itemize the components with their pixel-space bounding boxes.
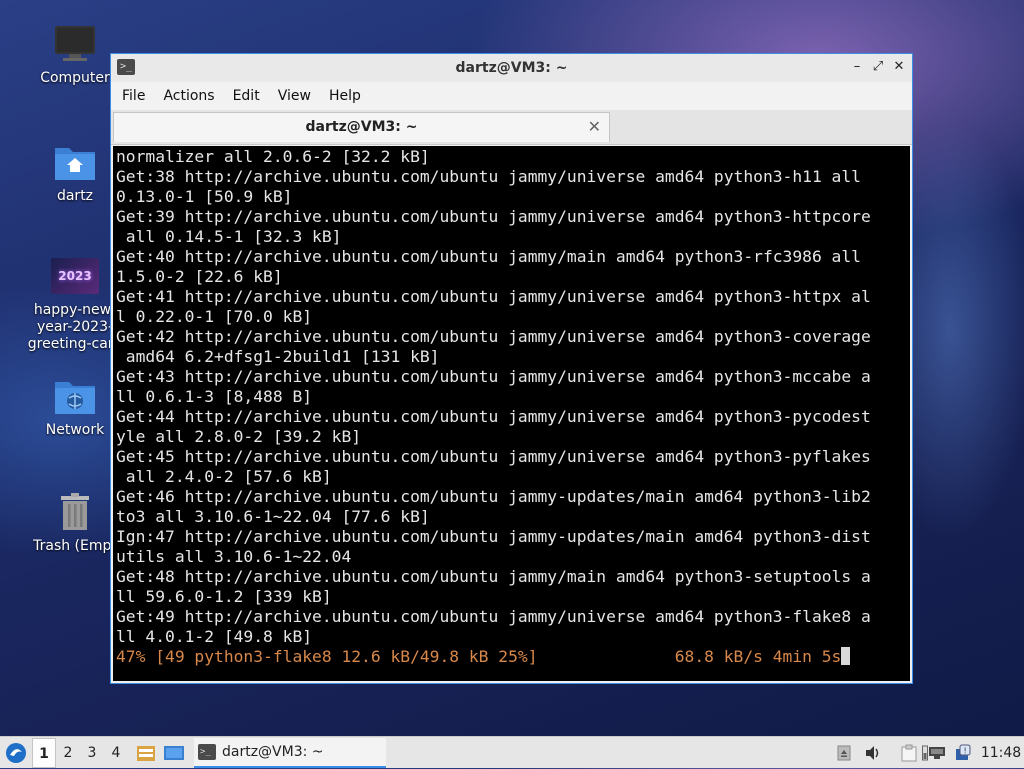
tray-eject-icon[interactable]	[834, 737, 854, 769]
terminal-cursor	[841, 647, 851, 665]
image-thumb-text: 2023	[58, 269, 92, 283]
tray-update-notifier-icon[interactable]: !	[952, 737, 974, 769]
terminal-tab[interactable]: dartz@VM3: ~ ✕	[113, 112, 610, 142]
menu-bar: File Actions Edit View Help	[111, 82, 912, 110]
show-desktop-icon	[164, 745, 184, 760]
file-manager-icon	[137, 745, 155, 761]
terminal-lines: normalizer all 2.0.6-2 [32.2 kB] Get:38 h…	[116, 147, 907, 647]
tab-label: dartz@VM3: ~	[305, 119, 418, 135]
terminal-line: all 0.14.5-1 [32.3 kB]	[116, 227, 342, 246]
svg-text:!: !	[964, 747, 967, 756]
window-titlebar[interactable]: >_ dartz@VM3: ~ – ⤢ ✕	[111, 54, 912, 82]
terminal-line: 0.13.0-1 [50.9 kB]	[116, 187, 293, 206]
terminal-line: all 2.4.0-2 [57.6 kB]	[116, 467, 332, 486]
window-title: dartz@VM3: ~	[455, 60, 568, 76]
terminal-line: ll 4.0.1-2 [49.8 kB]	[116, 627, 313, 646]
terminal-app-icon: >_	[198, 743, 216, 760]
terminal-line: Get:46 http://archive.ubuntu.com/ubuntu …	[116, 487, 871, 506]
terminal-line: Get:39 http://archive.ubuntu.com/ubuntu …	[116, 207, 871, 226]
terminal-line: Ign:47 http://archive.ubuntu.com/ubuntu …	[116, 527, 871, 546]
terminal-line: Get:44 http://archive.ubuntu.com/ubuntu …	[116, 407, 871, 426]
quicklaunch-file-manager[interactable]	[134, 738, 158, 768]
apt-progress-line: 47% [49 python3-flake8 12.6 kB/49.8 kB 2…	[116, 647, 907, 667]
workspace-4[interactable]: 4	[104, 738, 128, 768]
terminal-line: Get:42 http://archive.ubuntu.com/ubuntu …	[116, 327, 871, 346]
workspace-1[interactable]: 1	[32, 737, 56, 768]
menu-file[interactable]: File	[113, 88, 154, 104]
progress-text: 47% [49 python3-flake8 12.6 kB/49.8 kB 2…	[116, 647, 842, 666]
close-button[interactable]: ✕	[890, 58, 908, 76]
tab-bar: dartz@VM3: ~ ✕	[111, 110, 912, 145]
app-menu-button[interactable]	[0, 737, 32, 769]
trash-icon	[53, 490, 97, 534]
terminal-line: 1.5.0-2 [22.6 kB]	[116, 267, 283, 286]
terminal-line: l 0.22.0-1 [70.0 kB]	[116, 307, 313, 326]
terminal-window: >_ dartz@VM3: ~ – ⤢ ✕ File Actions Edit …	[110, 53, 913, 684]
quicklaunch-show-desktop[interactable]	[162, 738, 186, 768]
terminal-line: yle all 2.8.0-2 [39.2 kB]	[116, 427, 362, 446]
menu-edit[interactable]: Edit	[224, 88, 269, 104]
terminal-line: amd64 6.2+dfsg1-2build1 [131 kB]	[116, 347, 440, 366]
taskbar-task-terminal[interactable]: >_ dartz@VM3: ~	[194, 737, 386, 768]
terminal-line: ll 59.6.0-1.2 [339 kB]	[116, 587, 332, 606]
task-label: dartz@VM3: ~	[222, 743, 324, 760]
terminal-line: utils all 3.10.6-1~22.04	[116, 547, 352, 566]
terminal-line: Get:45 http://archive.ubuntu.com/ubuntu …	[116, 447, 871, 466]
image-file-icon: 2023	[51, 258, 99, 294]
workspace-3[interactable]: 3	[80, 738, 104, 768]
clock[interactable]: 11:48	[978, 737, 1024, 769]
terminal-line: Get:48 http://archive.ubuntu.com/ubuntu …	[116, 567, 871, 586]
workspace-switcher: 1 2 3 4	[32, 737, 128, 768]
tray-network-icon[interactable]	[926, 737, 948, 769]
tray-clipboard-icon[interactable]	[898, 737, 920, 769]
terminal-line: Get:41 http://archive.ubuntu.com/ubuntu …	[116, 287, 871, 306]
workspace-2[interactable]: 2	[56, 738, 80, 768]
lubuntu-logo-icon	[6, 742, 26, 763]
network-folder-icon	[53, 374, 97, 418]
terminal-line: Get:38 http://archive.ubuntu.com/ubuntu …	[116, 167, 861, 186]
terminal-line: normalizer all 2.0.6-2 [32.2 kB]	[116, 147, 430, 166]
menu-view[interactable]: View	[269, 88, 320, 104]
terminal-line: Get:43 http://archive.ubuntu.com/ubuntu …	[116, 367, 871, 386]
taskbar: 1 2 3 4 >_ dartz@VM3: ~ ! 11:48	[0, 736, 1024, 768]
terminal-line: to3 all 3.10.6-1~22.04 [77.6 kB]	[116, 507, 430, 526]
maximize-button[interactable]: ⤢	[869, 58, 887, 76]
terminal-line: Get:40 http://archive.ubuntu.com/ubuntu …	[116, 247, 861, 266]
menu-actions[interactable]: Actions	[154, 88, 223, 104]
minimize-button[interactable]: –	[848, 58, 866, 76]
terminal-output[interactable]: normalizer all 2.0.6-2 [32.2 kB] Get:38 h…	[113, 146, 910, 681]
terminal-app-icon: >_	[117, 59, 135, 75]
computer-icon	[53, 22, 97, 66]
terminal-line: ll 0.6.1-3 [8,488 B]	[116, 387, 313, 406]
home-folder-icon	[53, 140, 97, 184]
tab-close-icon[interactable]: ✕	[588, 117, 601, 136]
tray-volume-icon[interactable]	[862, 737, 884, 769]
terminal-line: Get:49 http://archive.ubuntu.com/ubuntu …	[116, 607, 871, 626]
menu-help[interactable]: Help	[320, 88, 370, 104]
